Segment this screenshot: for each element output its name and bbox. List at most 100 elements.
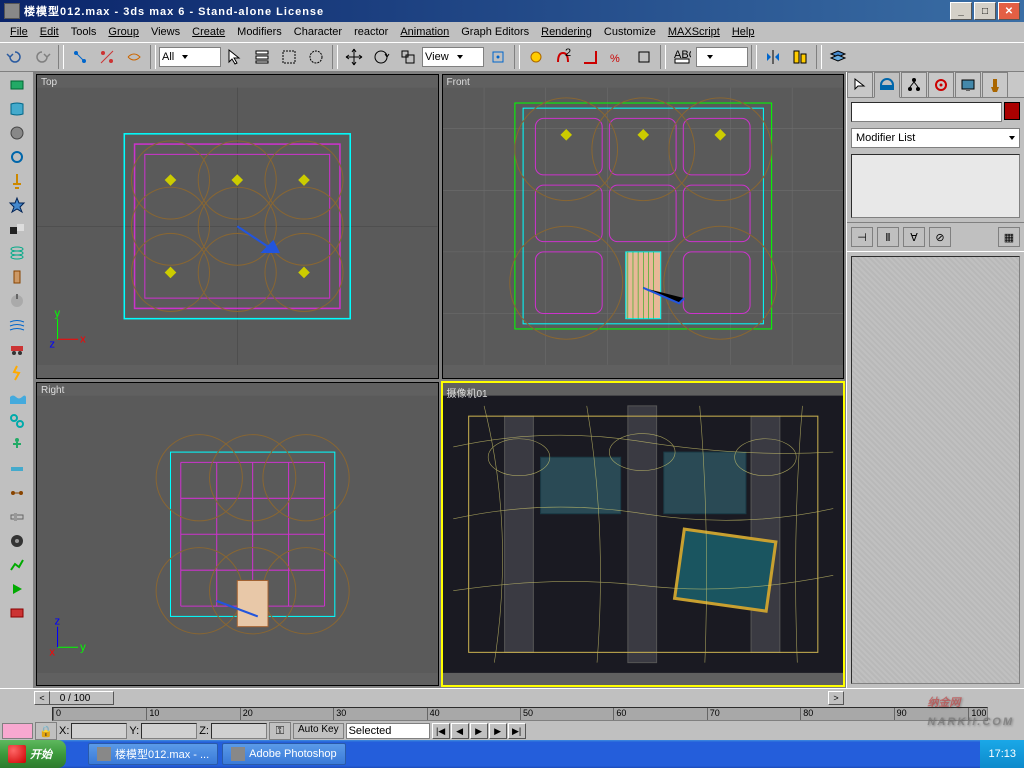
- menu-tools[interactable]: Tools: [65, 24, 103, 40]
- maximize-button[interactable]: □: [974, 2, 996, 20]
- rope-icon[interactable]: [3, 146, 31, 168]
- angle-snap-button[interactable]: [577, 44, 603, 70]
- selection-filter-dropdown[interactable]: All: [159, 47, 221, 67]
- percent-snap-button[interactable]: %: [604, 44, 630, 70]
- menu-create[interactable]: Create: [186, 24, 231, 40]
- undo-button[interactable]: [2, 44, 28, 70]
- menu-reactor[interactable]: reactor: [348, 24, 394, 40]
- link-button[interactable]: [67, 44, 93, 70]
- taskbar-item-photoshop[interactable]: Adobe Photoshop: [222, 743, 345, 765]
- select-move-button[interactable]: [341, 44, 367, 70]
- menu-animation[interactable]: Animation: [394, 24, 455, 40]
- motor-icon[interactable]: [3, 290, 31, 312]
- time-prev-button[interactable]: <: [34, 691, 50, 705]
- menu-help[interactable]: Help: [726, 24, 761, 40]
- layers-button[interactable]: [825, 44, 851, 70]
- viewport-front[interactable]: Front: [442, 74, 845, 379]
- script-listener[interactable]: [2, 723, 33, 739]
- ref-coord-dropdown[interactable]: View: [422, 47, 484, 67]
- hierarchy-tab[interactable]: [901, 72, 927, 97]
- star-icon[interactable]: [3, 194, 31, 216]
- select-scale-button[interactable]: [395, 44, 421, 70]
- modify-tab[interactable]: [874, 72, 900, 98]
- minimize-button[interactable]: _: [950, 2, 972, 20]
- deformmesh-icon[interactable]: [3, 170, 31, 192]
- ragdoll-icon[interactable]: [3, 434, 31, 456]
- toycar-icon[interactable]: [3, 338, 31, 360]
- viewport-camera[interactable]: 摄像机01: [442, 382, 845, 687]
- plane-icon[interactable]: [3, 218, 31, 240]
- spring-icon[interactable]: [3, 242, 31, 264]
- softbody-icon[interactable]: [3, 122, 31, 144]
- snap-toggle-button[interactable]: 2: [550, 44, 576, 70]
- menu-file[interactable]: File: [4, 24, 34, 40]
- menu-rendering[interactable]: Rendering: [535, 24, 598, 40]
- water-icon[interactable]: [3, 386, 31, 408]
- keyfilter-dropdown[interactable]: Selected: [346, 723, 430, 739]
- analyze-icon[interactable]: [3, 554, 31, 576]
- menu-group[interactable]: Group: [102, 24, 145, 40]
- start-button[interactable]: 开始: [0, 740, 66, 768]
- select-object-button[interactable]: [222, 44, 248, 70]
- carwheel-icon[interactable]: [3, 530, 31, 552]
- motion-tab[interactable]: [928, 72, 954, 97]
- y-input[interactable]: [141, 723, 197, 739]
- menu-character[interactable]: Character: [288, 24, 348, 40]
- create-tab[interactable]: [847, 72, 873, 97]
- time-next-button[interactable]: >: [828, 691, 844, 705]
- make-unique-button[interactable]: ∀: [903, 227, 925, 247]
- hinge-icon[interactable]: [3, 458, 31, 480]
- create-anim-icon[interactable]: [3, 602, 31, 624]
- select-rotate-button[interactable]: [368, 44, 394, 70]
- time-slider[interactable]: < 0 / 100 >: [0, 689, 1024, 707]
- modifier-list-dropdown[interactable]: Modifier List: [851, 128, 1020, 148]
- viewport-top[interactable]: Top xyz: [36, 74, 439, 379]
- named-selset-button[interactable]: ABC: [669, 44, 695, 70]
- select-by-name-button[interactable]: [249, 44, 275, 70]
- menu-grapheditors[interactable]: Graph Editors: [455, 24, 535, 40]
- pin-stack-button[interactable]: ⊣: [851, 227, 873, 247]
- prev-frame-button[interactable]: ◀: [451, 723, 469, 739]
- wind-icon[interactable]: [3, 314, 31, 336]
- object-color-swatch[interactable]: [1004, 102, 1020, 120]
- menu-customize[interactable]: Customize: [598, 24, 662, 40]
- select-region-rect-button[interactable]: [276, 44, 302, 70]
- redo-button[interactable]: [29, 44, 55, 70]
- close-button[interactable]: ✕: [998, 2, 1020, 20]
- align-button[interactable]: [787, 44, 813, 70]
- menu-modifiers[interactable]: Modifiers: [231, 24, 288, 40]
- viewport-right[interactable]: Right yzx: [36, 382, 439, 687]
- unlink-button[interactable]: [94, 44, 120, 70]
- system-tray[interactable]: 17:13: [980, 740, 1024, 768]
- goto-end-button[interactable]: ▶|: [508, 723, 526, 739]
- key-icon[interactable]: ⚿: [269, 722, 291, 740]
- select-region-circle-button[interactable]: [303, 44, 329, 70]
- fracture-icon[interactable]: [3, 362, 31, 384]
- prismatic-icon[interactable]: [3, 506, 31, 528]
- preview-icon[interactable]: [3, 578, 31, 600]
- utilities-tab[interactable]: [982, 72, 1008, 97]
- menu-edit[interactable]: Edit: [34, 24, 65, 40]
- mirror-button[interactable]: [760, 44, 786, 70]
- dashpot-icon[interactable]: [3, 266, 31, 288]
- rigidbody-icon[interactable]: [3, 74, 31, 96]
- constraint-icon[interactable]: [3, 410, 31, 432]
- menu-maxscript[interactable]: MAXScript: [662, 24, 726, 40]
- menu-views[interactable]: Views: [145, 24, 186, 40]
- spinner-snap-button[interactable]: [631, 44, 657, 70]
- play-button[interactable]: ▶: [470, 723, 488, 739]
- select-manipulate-button[interactable]: [523, 44, 549, 70]
- time-ruler[interactable]: 0 10 20 30 40 50 60 70 80 90 100: [52, 707, 988, 721]
- autokey-button[interactable]: Auto Key: [293, 723, 344, 739]
- pivot-center-button[interactable]: [485, 44, 511, 70]
- modifier-stack[interactable]: [851, 154, 1020, 218]
- object-name-input[interactable]: [851, 102, 1002, 122]
- goto-start-button[interactable]: |◀: [432, 723, 450, 739]
- z-input[interactable]: [211, 723, 267, 739]
- next-frame-button[interactable]: ▶: [489, 723, 507, 739]
- remove-modifier-button[interactable]: ⊘: [929, 227, 951, 247]
- cloth-icon[interactable]: [3, 98, 31, 120]
- display-tab[interactable]: [955, 72, 981, 97]
- x-input[interactable]: [71, 723, 127, 739]
- taskbar-item-max[interactable]: 楼模型012.max - ...: [88, 743, 218, 765]
